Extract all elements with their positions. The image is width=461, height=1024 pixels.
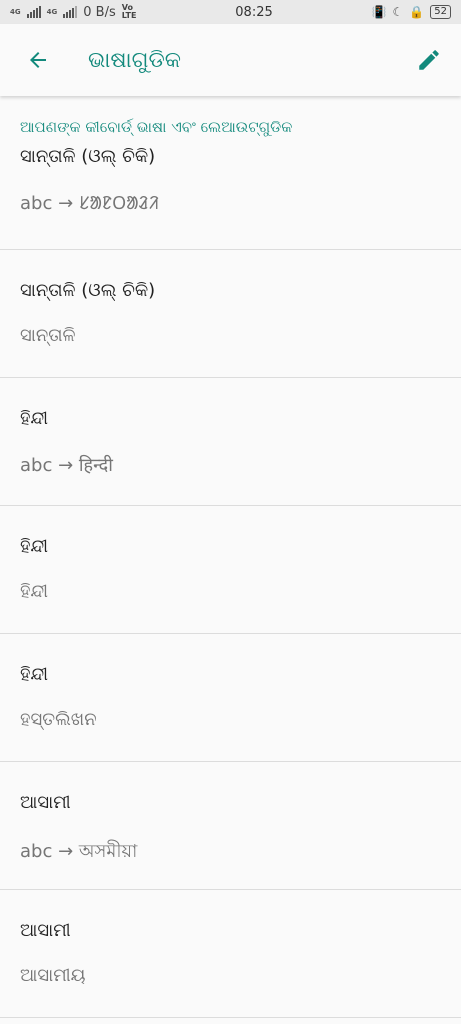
layout-name: abc → অসমীয়া [20,841,138,862]
list-item[interactable]: ହିନ୍ଦୀ ହସ୍ତଲିଖନ [0,634,461,762]
language-name: ଆସାମୀ [20,920,71,941]
list-item[interactable]: ହିନ୍ଦୀ ହିନ୍ଦୀ [0,506,461,634]
language-name: ହିନ୍ଦୀ [20,536,48,557]
language-name: ସାନ୍ତାଳି (ଓଲ୍ ଚିକି) [20,146,156,167]
layout-name: ହସ୍ତଲିଖନ [20,709,97,730]
clock: 08:25 [235,4,273,20]
layout-name: ହିନ୍ଦୀ [20,581,48,602]
volte-bottom-label: LTE [121,11,137,20]
pencil-icon [419,50,439,70]
language-list: ସାନ୍ତାଳି (ଓଲ୍ ଚିକି) abc → ᱥᱟᱱᱛᱟᱲᱤ ସାନ୍ତା… [0,136,461,1018]
network-type-label-2: 4G [46,7,58,16]
list-item[interactable]: ସାନ୍ତାଳି (ଓଲ୍ ଚିକି) ସାନ୍ତାଳି [0,250,461,378]
list-item[interactable]: ସାନ୍ତାଳି (ଓଲ୍ ଚିକି) abc → ᱥᱟᱱᱛᱟᱲᱤ [0,136,461,250]
language-name: ହିନ୍ଦୀ [20,408,48,429]
layout-name: abc → ᱥᱟᱱᱛᱟᱲᱤ [20,193,159,214]
language-name: ସାନ୍ତାଳି (ଓଲ୍ ଚିକି) [20,280,156,301]
signal-strength-icon [26,6,41,18]
vibrate-icon: 📳 [371,5,387,19]
layout-name: ସାନ୍ତାଳି [20,325,76,346]
app-bar: ଭାଷାଗୁଡିକ [0,24,461,96]
list-item[interactable]: ଆସାମୀ ଆସାମୀୟ [0,890,461,1018]
arrow-left-icon [30,52,46,68]
language-name: ଆସାମୀ [20,792,71,813]
layout-name: abc → हिन्दी [20,455,113,476]
network-speed: 0 B/s [83,4,116,20]
volte-icon: Vo LTE [122,4,137,20]
status-right: 📳 ☾ 🔒 52 [372,5,451,19]
moon-icon: ☾ [392,5,404,19]
language-name: ହିନ୍ଦୀ [20,664,48,685]
list-item[interactable]: ଆସାମୀ abc → অসমীয়া [0,762,461,890]
layout-name: ଆସାମୀୟ [20,965,86,986]
status-left: 4G 4G 0 B/s Vo LTE [10,4,136,20]
signal-strength-icon-2 [63,6,78,18]
lock-rotation-icon: 🔒 [409,5,425,19]
page-title: ଭାଷାଗୁଡିକ [88,47,182,73]
section-header: ଆପଣଙ୍କ କୀବୋର୍ଡ୍ ଭାଷା ଏବଂ ଲେଆଉଟ୍‌ଗୁଡିକ [20,118,293,136]
battery-icon: 52 [430,5,451,19]
network-type-label: 4G [10,7,21,16]
back-button[interactable] [20,42,56,78]
status-bar: 4G 4G 0 B/s Vo LTE 08:25 📳 ☾ 🔒 52 [0,0,461,24]
list-item[interactable]: ହିନ୍ଦୀ abc → हिन्दी [0,378,461,506]
edit-button[interactable] [411,42,447,78]
